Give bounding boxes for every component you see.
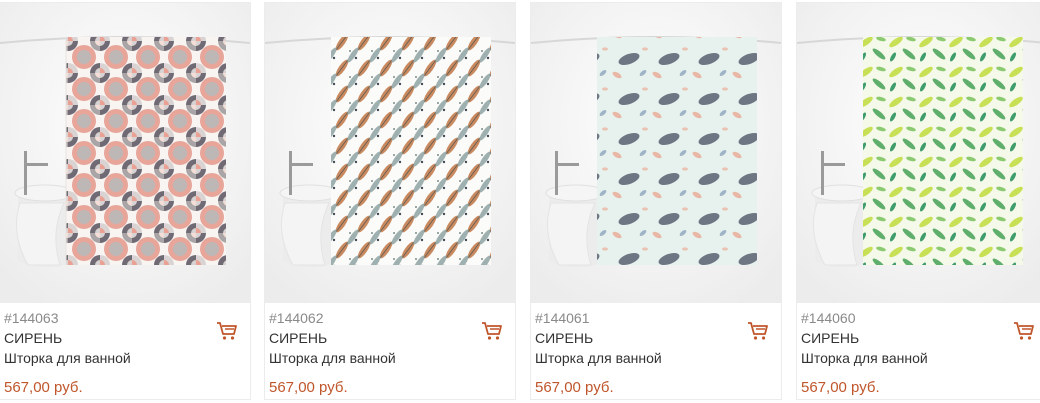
product-grid: #144063 СИРЕНЬ Шторка для ванной 567,00 …: [0, 0, 1040, 403]
product-sku: #144060: [801, 310, 856, 326]
product-image[interactable]: [265, 3, 515, 303]
product-name[interactable]: Шторка для ванной: [535, 350, 662, 366]
cart-icon[interactable]: [747, 321, 769, 341]
product-name[interactable]: Шторка для ванной: [801, 350, 928, 366]
product-brand[interactable]: СИРЕНЬ: [4, 330, 62, 346]
product-card[interactable]: #144063 СИРЕНЬ Шторка для ванной 567,00 …: [0, 2, 251, 400]
product-price: 567,00 руб.: [4, 379, 83, 396]
product-name[interactable]: Шторка для ванной: [4, 350, 131, 366]
product-image[interactable]: [0, 3, 250, 303]
product-image[interactable]: [531, 3, 781, 303]
cart-icon[interactable]: [1013, 321, 1035, 341]
product-image[interactable]: [797, 3, 1040, 303]
product-brand[interactable]: СИРЕНЬ: [801, 330, 859, 346]
product-brand[interactable]: СИРЕНЬ: [535, 330, 593, 346]
product-price: 567,00 руб.: [535, 379, 614, 396]
product-price: 567,00 руб.: [269, 379, 348, 396]
product-price: 567,00 руб.: [801, 379, 880, 396]
product-sku: #144063: [4, 310, 59, 326]
product-brand[interactable]: СИРЕНЬ: [269, 330, 327, 346]
product-card[interactable]: #144060 СИРЕНЬ Шторка для ванной 567,00 …: [796, 2, 1040, 400]
product-name[interactable]: Шторка для ванной: [269, 350, 396, 366]
cart-icon[interactable]: [216, 321, 238, 341]
product-card[interactable]: #144061 СИРЕНЬ Шторка для ванной 567,00 …: [530, 2, 782, 400]
cart-icon[interactable]: [481, 321, 503, 341]
product-card[interactable]: #144062 СИРЕНЬ Шторка для ванной 567,00 …: [264, 2, 516, 400]
product-sku: #144062: [269, 310, 324, 326]
product-sku: #144061: [535, 310, 590, 326]
